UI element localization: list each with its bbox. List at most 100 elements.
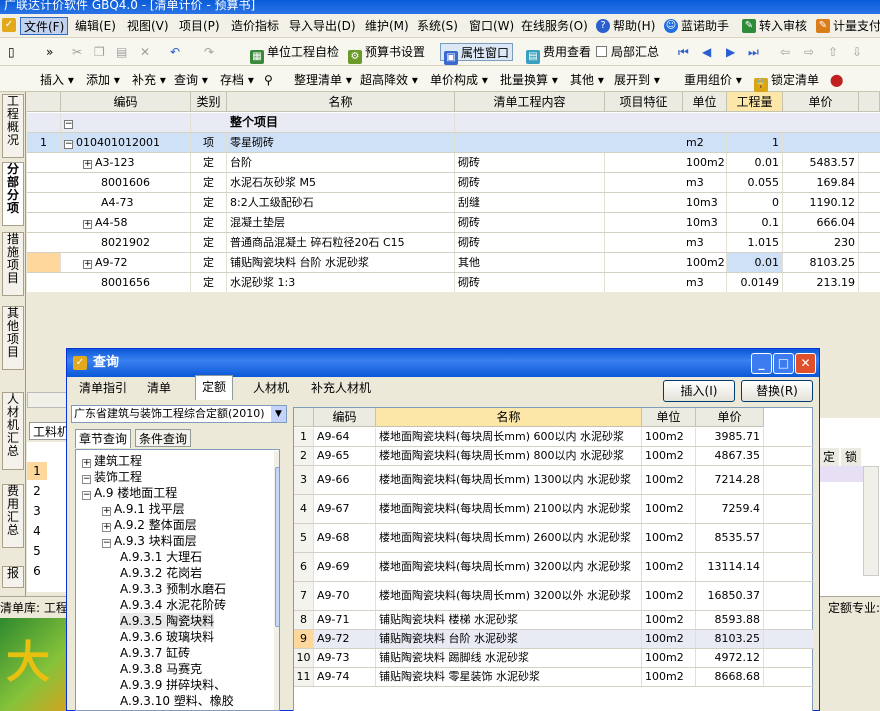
menu-measure-pay[interactable]: 计量支付 xyxy=(830,17,880,35)
undo-icon[interactable]: ↶ xyxy=(170,43,180,61)
quota-library-select[interactable]: 广东省建筑与装饰工程综合定额(2010) ▼ xyxy=(71,405,287,423)
collapse-icon[interactable]: − xyxy=(102,539,111,548)
grid-row-total[interactable]: − 整个项目 xyxy=(27,113,880,133)
minimize-icon[interactable]: _ xyxy=(751,353,772,374)
tab-list-guide[interactable]: 清单指引 xyxy=(73,377,133,399)
tree-node[interactable]: A.9.3.6 玻璃块料 xyxy=(120,629,214,645)
supplement-menu[interactable]: 补充 ▾ xyxy=(132,71,166,89)
new-file-icon[interactable]: ▯ xyxy=(8,43,15,61)
tree-node[interactable]: A.9.3.7 缸砖 xyxy=(120,645,190,661)
tab-labor-material-summary[interactable]: 人材机汇总 xyxy=(2,392,24,470)
tree-node[interactable]: − 装饰工程 xyxy=(82,469,142,485)
grid-row-item[interactable]: 1 −010401012001 项 零星砌砖 m2 1 xyxy=(27,133,880,153)
tree-node[interactable]: A.9.3.9 拼碎块料、 xyxy=(120,677,226,693)
cut-icon[interactable]: ✂ xyxy=(72,43,82,61)
grid-row-sub[interactable]: 8021902 定 普通商品混凝土 碎石粒径20石 C15 砌砖 m3 1.01… xyxy=(27,233,880,253)
replace-button[interactable]: 替换(R) xyxy=(741,380,813,402)
tab-division-items[interactable]: 分部分项 xyxy=(2,162,24,226)
move-right-icon[interactable]: ⇨ xyxy=(804,43,814,61)
grid-row-sub[interactable]: + A4-58 定 混凝土垫层 砌砖 10m3 0.1 666.04 xyxy=(27,213,880,233)
row-quantity[interactable]: 0.01 xyxy=(727,153,783,172)
grid-header-unit-price[interactable]: 单价 xyxy=(783,92,859,112)
tab-supplement-material[interactable]: 补充人材机 xyxy=(305,377,377,399)
result-row[interactable]: 1 A9-64 楼地面陶瓷块料(每块周长mm) 600以内 水泥砂浆 100m2 398… xyxy=(294,428,814,447)
expand-icon[interactable]: + xyxy=(102,523,111,532)
tab-project-overview[interactable]: 工程概况 xyxy=(2,94,24,158)
collapse-icon[interactable]: − xyxy=(64,120,73,129)
result-header-name[interactable]: 名称 xyxy=(376,408,642,427)
menu-import-export[interactable]: 导入导出(D) xyxy=(286,17,359,35)
partial-summary-button[interactable]: 局部汇总 xyxy=(596,43,659,61)
height-reduce-menu[interactable]: 超高降效 ▾ xyxy=(360,71,418,89)
nav-next-icon[interactable]: ▶ xyxy=(726,43,735,61)
tree-node[interactable]: A.9.3.2 花岗岩 xyxy=(120,565,202,581)
row-quantity[interactable]: 0.055 xyxy=(727,173,783,192)
fee-view-button[interactable]: ▤ 费用查看 xyxy=(526,43,591,64)
tree-node[interactable]: A.9.3.1 大理石 xyxy=(120,549,202,565)
tree-node[interactable]: A.9.3.4 水泥花阶砖 xyxy=(120,597,226,613)
close-icon[interactable]: ✕ xyxy=(795,353,816,374)
tidy-list-menu[interactable]: 整理清单 ▾ xyxy=(294,71,352,89)
move-left-icon[interactable]: ⇦ xyxy=(780,43,790,61)
menu-cost-index[interactable]: 造价指标 xyxy=(228,17,282,35)
result-row[interactable]: 7 A9-70 楼地面陶瓷块料(每块周长mm) 3200以外 水泥砂浆 100m2 16… xyxy=(294,582,814,611)
menu-system[interactable]: 系统(S) xyxy=(414,17,461,35)
menu-project[interactable]: 项目(P) xyxy=(176,17,223,35)
tree-node[interactable]: − A.9 楼地面工程 xyxy=(82,485,177,501)
row-quantity[interactable]: 0.01 xyxy=(727,253,783,272)
menu-file[interactable]: 文件(F) xyxy=(20,17,69,35)
tab-report[interactable]: 报 xyxy=(2,566,24,588)
tab-list[interactable]: 清单 xyxy=(141,377,177,399)
grid-row-sub[interactable]: 8001606 定 水泥石灰砂浆 M5 砌砖 m3 0.055 169.84 xyxy=(27,173,880,193)
result-row[interactable]: 4 A9-67 楼地面陶瓷块料(每块周长mm) 2100以内 水泥砂浆 100m2 72… xyxy=(294,495,814,524)
redo-icon[interactable]: ↷ xyxy=(204,43,214,61)
row-quantity[interactable]: 0.1 xyxy=(727,213,783,232)
result-row[interactable]: 3 A9-66 楼地面陶瓷块料(每块周长mm) 1300以内 水泥砂浆 100m2 72… xyxy=(294,466,814,495)
tab-quota[interactable]: 定额 xyxy=(195,375,234,400)
result-header-code[interactable]: 编码 xyxy=(314,408,376,427)
budget-settings-button[interactable]: ⚙ 预算书设置 xyxy=(348,43,425,64)
grid-header-quantity[interactable]: 工程量 xyxy=(727,92,783,112)
other-menu[interactable]: 其他 ▾ xyxy=(570,71,604,89)
expand-icon[interactable]: + xyxy=(83,260,92,269)
nav-first-icon[interactable]: ⏮ xyxy=(678,43,689,61)
result-row[interactable]: 11 A9-74 铺贴陶瓷块料 零星装饰 水泥砂浆 100m2 8668.68 xyxy=(294,668,814,687)
subtab-chapter-query[interactable]: 章节查询 xyxy=(75,429,132,448)
tree-scroll-thumb[interactable] xyxy=(275,467,279,627)
expand-icon[interactable]: + xyxy=(83,220,92,229)
result-row[interactable]: 8 A9-71 铺贴陶瓷块料 楼梯 水泥砂浆 100m2 8593.88 xyxy=(294,611,814,630)
query-menu[interactable]: 查询 ▾ xyxy=(174,71,208,89)
grid-header-feature[interactable]: 项目特征 xyxy=(605,92,683,112)
tree-node[interactable]: − A.9.3 块料面层 xyxy=(102,533,197,549)
tree-node[interactable]: A.9.3.3 预制水磨石 xyxy=(120,581,226,597)
grid-row-sub[interactable]: 8001656 定 水泥砂浆 1:3 砌砖 m3 0.0149 213.19 xyxy=(27,273,880,293)
grid-header-code[interactable]: 编码 xyxy=(61,92,191,112)
nav-last-icon[interactable]: ⏭ xyxy=(748,43,759,61)
property-window-button[interactable]: ▣ 属性窗口 xyxy=(440,43,514,65)
self-check-button[interactable]: ▦ 单位工程自检 xyxy=(250,43,339,64)
insert-menu[interactable]: 插入 ▾ xyxy=(40,71,74,89)
collapse-icon[interactable]: − xyxy=(82,475,91,484)
batch-convert-menu[interactable]: 批量换算 ▾ xyxy=(500,71,558,89)
menu-edit[interactable]: 编辑(E) xyxy=(72,17,119,35)
expand-icon[interactable]: + xyxy=(83,160,92,169)
collapse-icon[interactable]: − xyxy=(64,140,73,149)
menu-assistant[interactable]: 蓝诺助手 xyxy=(678,17,732,35)
result-header-price[interactable]: 单价 xyxy=(696,408,764,427)
expand-to-menu[interactable]: 展开到 ▾ xyxy=(614,71,660,89)
result-row[interactable]: 10 A9-73 铺贴陶瓷块料 踢脚线 水泥砂浆 100m2 4972.12 xyxy=(294,649,814,668)
tree-node[interactable]: + 建筑工程 xyxy=(82,453,142,469)
result-row[interactable]: 9 A9-72 铺贴陶瓷块料 台阶 水泥砂浆 100m2 8103.25 xyxy=(294,630,814,649)
add-menu[interactable]: 添加 ▾ xyxy=(86,71,120,89)
tab-fee-summary[interactable]: 费用汇总 xyxy=(2,484,24,548)
expand-icon[interactable]: + xyxy=(102,507,111,516)
lock-list-button[interactable]: 🔒 锁定清单 xyxy=(754,71,819,92)
tree-node[interactable]: A.9.3.5 陶瓷块料 xyxy=(120,613,215,629)
paint-icon[interactable]: ⬤ xyxy=(830,71,843,89)
row-quantity[interactable]: 1.015 xyxy=(727,233,783,252)
unit-price-menu[interactable]: 单价构成 ▾ xyxy=(430,71,488,89)
row-quantity[interactable]: 0.0149 xyxy=(727,273,783,292)
right-scrollbar[interactable] xyxy=(863,466,879,576)
chevron-down-icon[interactable]: ▼ xyxy=(271,406,286,422)
tab-other-items[interactable]: 其他项目 xyxy=(2,306,24,370)
